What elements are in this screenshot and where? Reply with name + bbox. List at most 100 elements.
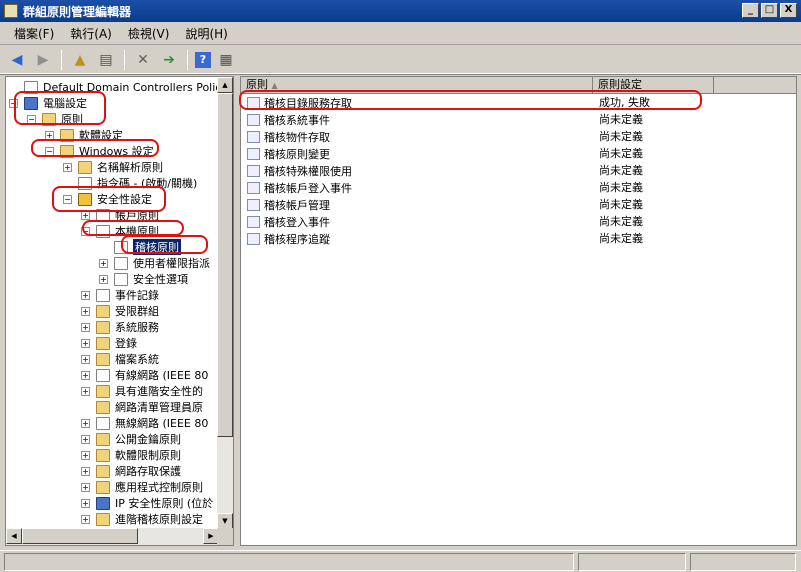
- column-policy-header[interactable]: 原則 ▲: [241, 77, 593, 94]
- policy-row[interactable]: 稽核系統事件 尚未定義: [241, 111, 796, 128]
- expand-icon[interactable]: +: [81, 450, 90, 460]
- title-bar: 群組原則管理編輯器 _ □ X: [0, 0, 801, 22]
- expand-icon[interactable]: +: [63, 162, 72, 172]
- tree-node[interactable]: + 名稱解析原則: [63, 159, 163, 175]
- delete-icon[interactable]: ✕: [132, 49, 154, 71]
- tree-node-label: 電腦設定: [43, 97, 87, 110]
- tree-node[interactable]: − 安全性設定: [63, 191, 152, 207]
- tree-vertical-scrollbar[interactable]: ▲ ▼: [217, 77, 233, 529]
- collapse-icon[interactable]: −: [9, 98, 18, 108]
- expand-icon[interactable]: +: [81, 434, 90, 444]
- collapse-icon[interactable]: −: [81, 226, 90, 236]
- policy-name-cell: 稽核特殊權限使用: [247, 162, 352, 179]
- menu-view[interactable]: 檢視(V): [120, 25, 178, 42]
- expand-icon[interactable]: +: [99, 258, 108, 268]
- console-tree[interactable]: Default Domain Controllers Policy [SER−電…: [5, 76, 234, 546]
- policy-row[interactable]: 稽核特殊權限使用 尚未定義: [241, 162, 796, 179]
- forward-arrow-icon[interactable]: ▶: [32, 49, 54, 71]
- tree-node[interactable]: + 應用程式控制原則: [81, 479, 203, 495]
- tree-node[interactable]: − 本機原則: [81, 223, 159, 239]
- menu-action[interactable]: 執行(A): [62, 25, 120, 42]
- tree-node-label: Default Domain Controllers Policy [SER: [43, 80, 233, 94]
- policy-row[interactable]: 稽核程序追蹤 尚未定義: [241, 230, 796, 247]
- folder-icon: [96, 304, 110, 318]
- h-scroll-thumb[interactable]: [22, 528, 138, 544]
- tree-node[interactable]: + 安全性選項: [99, 271, 188, 287]
- collapse-icon[interactable]: −: [45, 146, 54, 156]
- policy-name: 稽核特殊權限使用: [264, 164, 352, 178]
- tree-horizontal-scrollbar[interactable]: ◀ ▶: [6, 528, 233, 545]
- tree-node[interactable]: + 事件記錄: [81, 287, 159, 303]
- policy-name: 稽核帳戶登入事件: [264, 181, 352, 195]
- scroll-thumb[interactable]: [217, 93, 233, 437]
- policy-row[interactable]: 稽核原則變更 尚未定義: [241, 145, 796, 162]
- maximize-button[interactable]: □: [761, 3, 778, 18]
- tree-node[interactable]: + 公開金鑰原則: [81, 431, 181, 447]
- details-pane: 原則 ▲ 原則設定 稽核目錄服務存取 成功, 失敗 稽核系統事件 尚未定義 稽核物件存取…: [240, 76, 797, 546]
- tree-node[interactable]: 稽核原則: [99, 239, 181, 255]
- tree-node[interactable]: + 系統服務: [81, 319, 159, 335]
- tree-node[interactable]: + 軟體限制原則: [81, 447, 181, 463]
- policy-row[interactable]: 稽核物件存取 尚未定義: [241, 128, 796, 145]
- expand-icon[interactable]: +: [81, 322, 90, 332]
- tree-node[interactable]: + 具有進階安全性的: [81, 383, 203, 399]
- expand-icon[interactable]: +: [81, 386, 90, 396]
- expand-icon[interactable]: +: [81, 210, 90, 220]
- tree-node[interactable]: + 軟體設定: [45, 127, 123, 143]
- policy-setting: 尚未定義: [599, 232, 643, 245]
- close-button[interactable]: X: [780, 3, 797, 18]
- expand-icon[interactable]: +: [81, 354, 90, 364]
- tree-node[interactable]: + 登錄: [81, 335, 137, 351]
- help-icon[interactable]: ?: [195, 51, 211, 68]
- expand-icon[interactable]: +: [81, 370, 90, 380]
- show-hide-tree-icon[interactable]: ▤: [95, 49, 117, 71]
- policy-row[interactable]: 稽核帳戶登入事件 尚未定義: [241, 179, 796, 196]
- expand-icon[interactable]: +: [81, 290, 90, 300]
- policy-row[interactable]: 稽核帳戶管理 尚未定義: [241, 196, 796, 213]
- tree-node[interactable]: + 無線網路 (IEEE 80: [81, 415, 208, 431]
- tree-node[interactable]: + IP 安全性原則 (位於: [81, 495, 213, 511]
- up-folder-icon[interactable]: ▲: [69, 49, 91, 71]
- expand-icon[interactable]: +: [45, 130, 54, 140]
- tree-node[interactable]: − 原則: [27, 111, 83, 127]
- tree-node[interactable]: + 檔案系統: [81, 351, 159, 367]
- scroll-down-button[interactable]: ▼: [217, 513, 233, 529]
- collapse-icon[interactable]: −: [27, 114, 36, 124]
- expand-icon[interactable]: +: [81, 514, 90, 524]
- expand-icon[interactable]: +: [81, 482, 90, 492]
- doc-icon: [96, 368, 110, 382]
- tree-node[interactable]: + 網路存取保護: [81, 463, 181, 479]
- tree-node[interactable]: 指令碼 - (啟動/關機): [63, 175, 197, 191]
- expand-icon[interactable]: +: [81, 498, 90, 508]
- tree-node[interactable]: Default Domain Controllers Policy [SER: [9, 79, 233, 95]
- minimize-button[interactable]: _: [742, 3, 759, 18]
- scroll-up-button[interactable]: ▲: [217, 77, 233, 93]
- column-setting-header[interactable]: 原則設定: [594, 77, 714, 94]
- pc-icon: [96, 496, 110, 510]
- menu-file[interactable]: 檔案(F): [6, 25, 62, 42]
- tree-node[interactable]: + 有線網路 (IEEE 80: [81, 367, 208, 383]
- back-arrow-icon[interactable]: ◀: [6, 49, 28, 71]
- doc-icon: [96, 416, 110, 430]
- policy-row[interactable]: 稽核登入事件 尚未定義: [241, 213, 796, 230]
- policy-row[interactable]: 稽核目錄服務存取 成功, 失敗: [241, 94, 796, 111]
- expand-icon[interactable]: +: [81, 338, 90, 348]
- collapse-icon[interactable]: −: [63, 194, 72, 204]
- tree-node[interactable]: − Windows 設定: [45, 143, 154, 159]
- properties-icon[interactable]: ▦: [215, 49, 237, 71]
- tree-node[interactable]: + 進階稽核原則設定: [81, 511, 203, 527]
- tree-node[interactable]: − 電腦設定: [9, 95, 87, 111]
- expand-icon[interactable]: +: [99, 274, 108, 284]
- menu-help[interactable]: 說明(H): [177, 25, 235, 42]
- tree-node[interactable]: + 使用者權限指派: [99, 255, 210, 271]
- expand-icon[interactable]: +: [81, 418, 90, 428]
- tree-node[interactable]: 網路清單管理員原: [81, 399, 203, 415]
- policy-name-cell: 稽核帳戶管理: [247, 196, 330, 213]
- expand-icon[interactable]: +: [81, 306, 90, 316]
- scroll-left-button[interactable]: ◀: [6, 528, 22, 544]
- doc-icon: [96, 288, 110, 302]
- export-icon[interactable]: ➔: [158, 49, 180, 71]
- tree-node[interactable]: + 帳戶原則: [81, 207, 159, 223]
- expand-icon[interactable]: +: [81, 466, 90, 476]
- tree-node[interactable]: + 受限群組: [81, 303, 159, 319]
